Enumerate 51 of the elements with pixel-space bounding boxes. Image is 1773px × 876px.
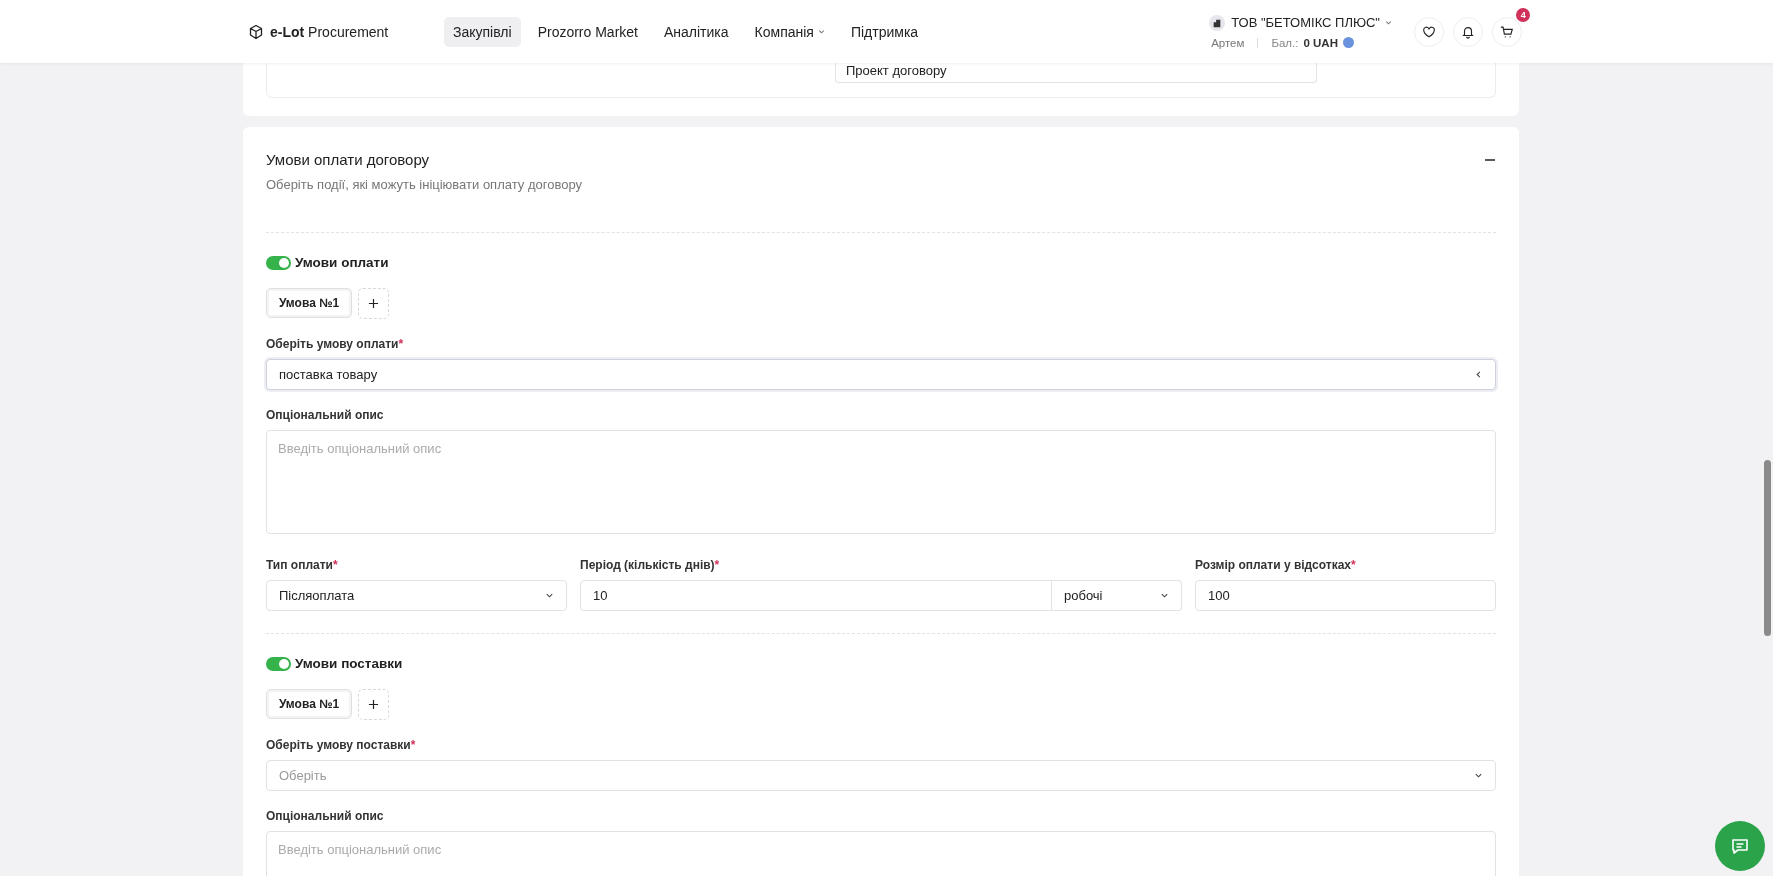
notifications-button[interactable]	[1453, 16, 1484, 47]
company-selector[interactable]: ТОВ "БЕТОМІКС ПЛЮС"	[1231, 15, 1392, 30]
field-label: Опціональний опис	[266, 408, 385, 422]
cube-icon	[248, 23, 264, 40]
favorites-button[interactable]	[1414, 16, 1445, 47]
nav-tab[interactable]: Компанія	[745, 16, 834, 47]
cart-button[interactable]	[1492, 16, 1523, 47]
chevron-icon	[1474, 771, 1483, 780]
period-input[interactable]: 10	[580, 580, 1052, 611]
chevron-icon	[545, 591, 554, 600]
cart-icon	[1500, 24, 1515, 39]
cart-count-badge: 4	[1516, 7, 1531, 22]
field-label: Розмір оплати у відсотках*	[1195, 558, 1357, 572]
condition-tab[interactable]: Умова №1	[266, 689, 353, 719]
logo-text[interactable]: e-Lot Procurement	[270, 23, 389, 40]
scrollbar-thumb[interactable]	[1764, 460, 1771, 636]
nav-tab[interactable]: Аналітика	[655, 16, 738, 47]
field-label: Оберіть умову поставки*	[266, 738, 417, 752]
nav-tab[interactable]: Prozorro Market	[528, 16, 647, 47]
chat-button[interactable]	[1715, 821, 1765, 871]
description-field[interactable]: Введіть опціональний опис	[266, 430, 1496, 534]
heart-icon	[1422, 24, 1437, 39]
payment-type-select[interactable]: Післяоплата	[266, 580, 567, 611]
bell-icon	[1461, 24, 1476, 39]
toggle-switch[interactable]	[266, 255, 291, 270]
building-icon	[1209, 14, 1226, 31]
percent-input[interactable]: 100	[1195, 580, 1496, 611]
field-label: Період (кількість днів)*	[580, 558, 721, 572]
caret-icon	[817, 28, 825, 35]
select-field[interactable]: поставка товару	[266, 359, 1496, 390]
section-subtitle: Оберіть події, які можуть ініціювати оплату договору	[266, 177, 582, 192]
day-type-select[interactable]: робочі	[1052, 580, 1182, 611]
field-label: Опціональний опис	[266, 809, 385, 823]
chevron-icon	[1160, 591, 1169, 600]
document-field[interactable]: Проект договору	[835, 63, 1317, 83]
toggle-switch[interactable]	[266, 656, 291, 671]
field-label: Оберіть умову оплати*	[266, 337, 405, 351]
nav-tab[interactable]: Закупівлі	[444, 16, 521, 47]
condition-tab[interactable]: Умова №1	[266, 288, 353, 318]
balance-value: 0 UAH	[1303, 36, 1338, 49]
section-title: Умови оплати договору	[266, 151, 431, 168]
user-name[interactable]: Артем	[1211, 36, 1245, 49]
toggle-label: Умови поставки	[295, 656, 403, 671]
chat-icon	[1730, 836, 1750, 856]
toggle-label: Умови оплати	[295, 255, 389, 270]
field-label: Тип оплати*	[266, 558, 339, 572]
description-field[interactable]: Введіть опціональний опис	[266, 831, 1496, 876]
balance-label: Бал.:	[1271, 36, 1299, 49]
caret-icon	[1384, 19, 1392, 26]
nav-tab[interactable]: Підтримка	[841, 16, 928, 47]
chevron-icon	[1474, 370, 1483, 379]
